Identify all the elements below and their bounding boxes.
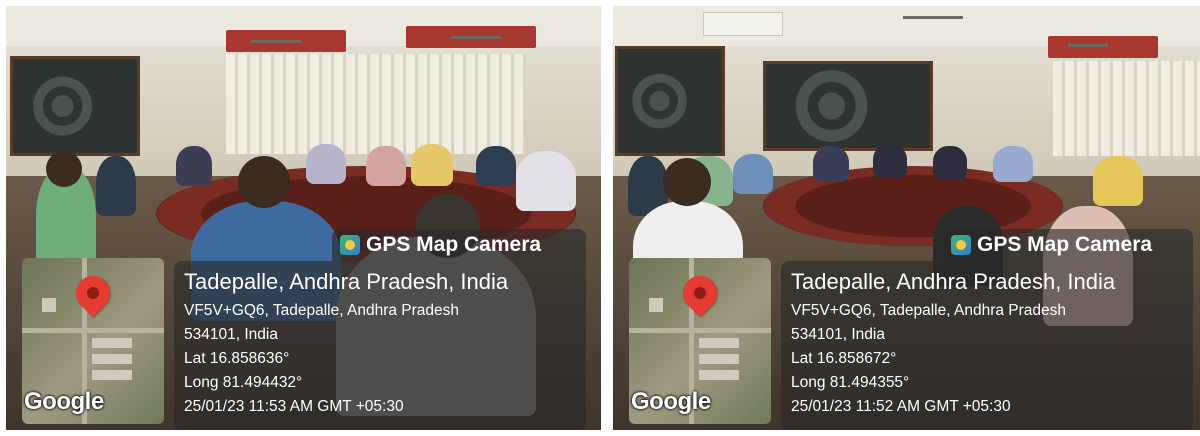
satellite-map-thumbnail: Google xyxy=(629,258,771,424)
latitude: Lat 16.858672° xyxy=(791,350,897,367)
app-tag: GPS Map Camera xyxy=(332,229,586,261)
satellite-map-thumbnail: Google xyxy=(22,258,164,424)
address-line-2: 534101, India xyxy=(791,326,885,343)
timestamp: 25/01/23 11:53 AM GMT +05:30 xyxy=(184,398,404,415)
longitude: Long 81.494355° xyxy=(791,374,910,391)
camera-map-icon xyxy=(951,235,971,255)
map-pin-icon xyxy=(68,268,118,318)
address-line-1: VF5V+GQ6, Tadepalle, Andhra Pradesh xyxy=(184,302,460,319)
address-title: Tadepalle, Andhra Pradesh, India xyxy=(184,269,509,294)
location-info-panel: Tadepalle, Andhra Pradesh, India VF5V+GQ… xyxy=(174,261,586,430)
geotagged-photo-left: Google GPS Map Camera Tadepalle, Andhra … xyxy=(6,6,601,430)
app-tag-label: GPS Map Camera xyxy=(977,233,1153,256)
camera-map-icon xyxy=(340,235,360,255)
map-pin-icon xyxy=(675,268,725,318)
app-tag: GPS Map Camera xyxy=(943,229,1193,261)
latitude: Lat 16.858636° xyxy=(184,350,290,367)
location-info-panel: Tadepalle, Andhra Pradesh, India VF5V+GQ… xyxy=(781,261,1193,430)
address-line-2: 534101, India xyxy=(184,326,278,343)
longitude: Long 81.494432° xyxy=(184,374,303,391)
google-logo: Google xyxy=(24,388,104,415)
app-tag-label: GPS Map Camera xyxy=(366,233,542,256)
timestamp: 25/01/23 11:52 AM GMT +05:30 xyxy=(791,398,1011,415)
geotagged-photo-right: Google GPS Map Camera Tadepalle, Andhra … xyxy=(613,6,1200,430)
google-logo: Google xyxy=(631,388,711,415)
address-line-1: VF5V+GQ6, Tadepalle, Andhra Pradesh xyxy=(791,302,1067,319)
address-title: Tadepalle, Andhra Pradesh, India xyxy=(791,269,1116,294)
